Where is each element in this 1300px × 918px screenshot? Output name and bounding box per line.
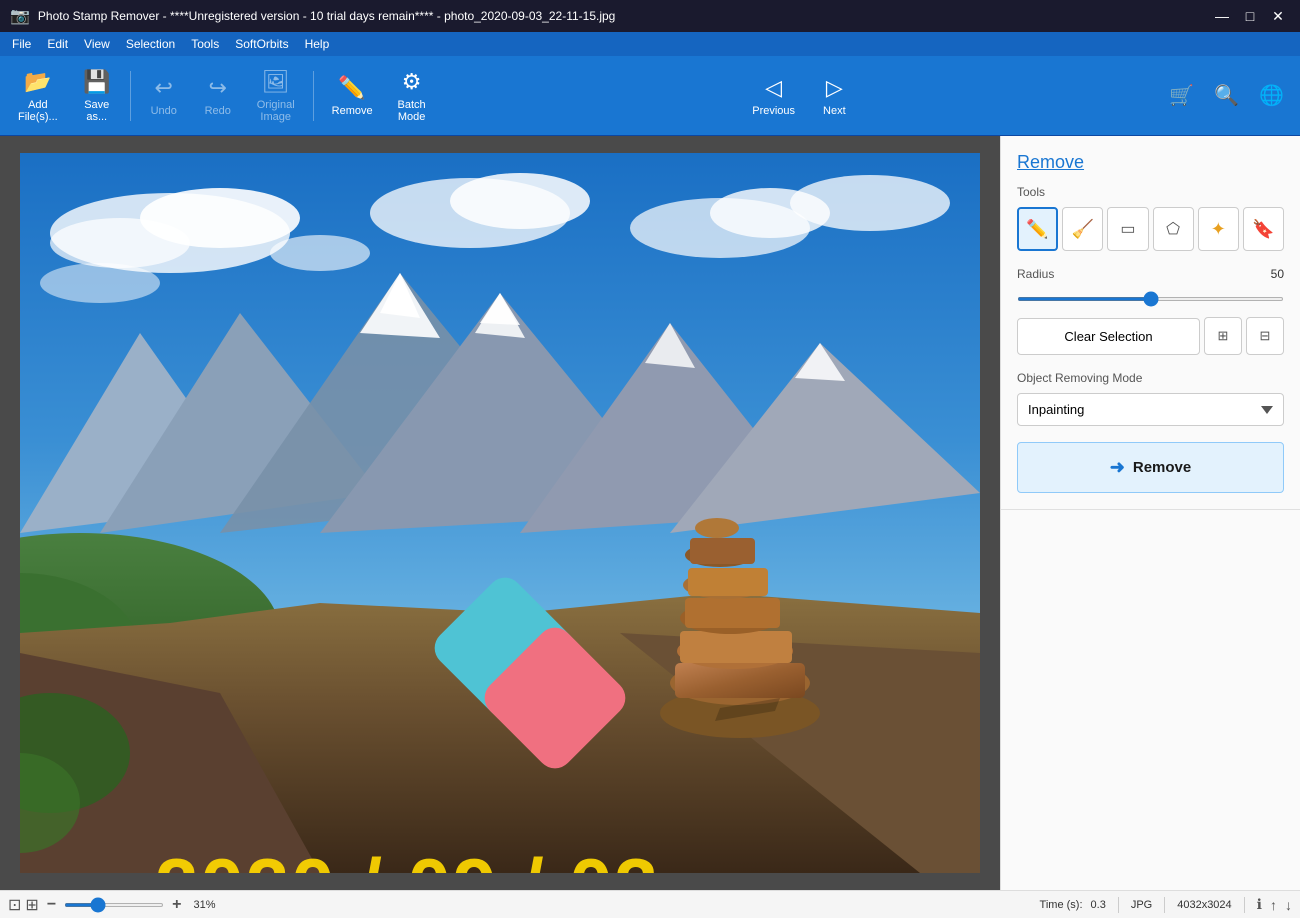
tools-row: ✏️ 🧹 ▭ ⬠ ✦ 🔖 xyxy=(1017,207,1284,251)
brush-tool-button[interactable]: ✏️ xyxy=(1017,207,1058,251)
remove-label: Remove xyxy=(332,105,373,117)
dimensions-label: 4032x3024 xyxy=(1177,899,1231,911)
share-icon[interactable]: ↑ xyxy=(1270,897,1277,913)
remove-button-label: Remove xyxy=(1133,459,1191,476)
canvas-image: 2020 / 09 / 03 xyxy=(20,153,980,873)
remove-arrow-icon: ➜ xyxy=(1110,457,1125,478)
format-label: JPG xyxy=(1131,899,1152,911)
stamp-icon: 🔖 xyxy=(1252,219,1274,240)
menu-help[interactable]: Help xyxy=(297,35,338,53)
invert-selection-icon: ⊟ xyxy=(1260,328,1271,344)
canvas-area[interactable]: 2020 / 09 / 03 xyxy=(0,136,1000,890)
lasso-icon: ⬠ xyxy=(1166,219,1180,239)
tools-label: Tools xyxy=(1017,185,1284,199)
title-bar-text: Photo Stamp Remover - ****Unregistered v… xyxy=(38,9,615,23)
app-icon: 📷 xyxy=(10,6,30,26)
select-all-button[interactable]: ⊞ xyxy=(1204,317,1242,355)
redo-icon: ↪ xyxy=(209,75,227,101)
radius-value: 50 xyxy=(1271,267,1284,281)
zoom-slider[interactable] xyxy=(64,903,164,907)
add-files-button[interactable]: 📂 AddFile(s)... xyxy=(8,63,68,129)
cart-icon[interactable]: 🛒 xyxy=(1161,75,1202,116)
previous-icon: ◁ xyxy=(765,75,782,101)
toolbar-separator-2 xyxy=(313,71,314,121)
zoom-in-icon[interactable]: + xyxy=(168,896,185,914)
next-icon: ▷ xyxy=(826,75,843,101)
menu-view[interactable]: View xyxy=(76,35,118,53)
toolbar: 📂 AddFile(s)... 💾 Saveas... ↩ Undo ↪ Red… xyxy=(0,56,1300,136)
add-files-label: AddFile(s)... xyxy=(18,99,58,123)
rect-select-icon: ▭ xyxy=(1120,219,1135,239)
zoom-out-icon[interactable]: − xyxy=(43,896,60,914)
info-icon[interactable]: ℹ xyxy=(1257,896,1262,913)
mode-label: Object Removing Mode xyxy=(1017,371,1284,385)
status-right: Time (s): 0.3 JPG 4032x3024 ℹ ↑ ↓ xyxy=(1040,896,1292,913)
redo-label: Redo xyxy=(205,105,231,117)
add-files-icon: 📂 xyxy=(24,69,51,95)
close-button[interactable]: ✕ xyxy=(1266,4,1290,28)
undo-icon: ↩ xyxy=(155,75,173,101)
select-all-icon: ⊞ xyxy=(1218,328,1229,344)
clear-selection-button[interactable]: Clear Selection xyxy=(1017,318,1200,355)
clear-selection-row: Clear Selection ⊞ ⊟ xyxy=(1017,317,1284,355)
original-image-button[interactable]: 🖼 OriginalImage xyxy=(247,63,305,129)
panel-title: Remove xyxy=(1017,152,1284,173)
radius-slider[interactable] xyxy=(1017,297,1284,301)
remove-button[interactable]: ➜ Remove xyxy=(1017,442,1284,493)
download-icon[interactable]: ↓ xyxy=(1285,897,1292,913)
next-button[interactable]: ▷ Next xyxy=(811,69,858,123)
brush-icon: ✏️ xyxy=(1026,219,1048,240)
remove-button-toolbar[interactable]: ✏️ Remove xyxy=(322,69,383,123)
status-bar: ⊡ ⊞ − + 31% Time (s): 0.3 JPG 4032x3024 … xyxy=(0,890,1300,918)
menu-selection[interactable]: Selection xyxy=(118,35,183,53)
magic-wand-tool-button[interactable]: ✦ xyxy=(1198,207,1239,251)
undo-label: Undo xyxy=(151,105,177,117)
eraser-tool-button[interactable]: 🧹 xyxy=(1062,207,1103,251)
save-as-label: Saveas... xyxy=(84,99,109,123)
title-bar: 📷 Photo Stamp Remover - ****Unregistered… xyxy=(0,0,1300,32)
minimize-button[interactable]: — xyxy=(1210,4,1234,28)
batch-mode-label: BatchMode xyxy=(398,99,426,123)
mode-select[interactable]: Inpainting Smart Fill Content-Aware xyxy=(1017,393,1284,426)
batch-mode-icon: ⚙ xyxy=(402,69,422,95)
fit-to-window-button[interactable]: ⊡ xyxy=(8,895,21,915)
time-label: Time (s): xyxy=(1040,899,1083,911)
stamp-tool-button[interactable]: 🔖 xyxy=(1243,207,1284,251)
zoom-value: 31% xyxy=(194,899,216,911)
original-image-icon: 🖼 xyxy=(262,69,290,95)
redo-button[interactable]: ↪ Redo xyxy=(193,69,243,123)
right-panel: Remove Tools ✏️ 🧹 ▭ ⬠ ✦ 🔖 xyxy=(1000,136,1300,890)
remove-toolbar-icon: ✏️ xyxy=(338,75,365,101)
time-value: 0.3 xyxy=(1091,899,1106,911)
previous-button[interactable]: ◁ Previous xyxy=(740,69,807,123)
eraser-icon: 🧹 xyxy=(1072,219,1094,240)
zoom-controls: ⊡ ⊞ − + 31% xyxy=(8,895,216,915)
rect-select-tool-button[interactable]: ▭ xyxy=(1107,207,1148,251)
menu-bar: File Edit View Selection Tools SoftOrbit… xyxy=(0,32,1300,56)
toolbar-separator-1 xyxy=(130,71,131,121)
menu-softorbits[interactable]: SoftOrbits xyxy=(227,35,296,53)
undo-button[interactable]: ↩ Undo xyxy=(139,69,189,123)
actual-size-button[interactable]: ⊞ xyxy=(25,895,38,915)
scene-svg: 2020 / 09 / 03 xyxy=(20,153,980,873)
main-content: 2020 / 09 / 03 Remove Tools ✏️ 🧹 ▭ xyxy=(0,136,1300,890)
original-image-label: OriginalImage xyxy=(257,99,295,123)
svg-text:2020 / 09 / 03: 2020 / 09 / 03 xyxy=(155,842,660,873)
save-as-icon: 💾 xyxy=(83,69,110,95)
help-icon[interactable]: 🌐 xyxy=(1251,75,1292,116)
menu-tools[interactable]: Tools xyxy=(183,35,227,53)
batch-mode-button[interactable]: ⚙ BatchMode xyxy=(387,63,437,129)
radius-label: Radius xyxy=(1017,267,1054,281)
menu-file[interactable]: File xyxy=(4,35,39,53)
magic-wand-icon: ✦ xyxy=(1211,219,1226,240)
maximize-button[interactable]: □ xyxy=(1238,4,1262,28)
save-as-button[interactable]: 💾 Saveas... xyxy=(72,63,122,129)
lasso-tool-button[interactable]: ⬠ xyxy=(1153,207,1194,251)
next-label: Next xyxy=(823,105,846,117)
menu-edit[interactable]: Edit xyxy=(39,35,76,53)
search-icon[interactable]: 🔍 xyxy=(1206,75,1247,116)
previous-label: Previous xyxy=(752,105,795,117)
invert-selection-button[interactable]: ⊟ xyxy=(1246,317,1284,355)
